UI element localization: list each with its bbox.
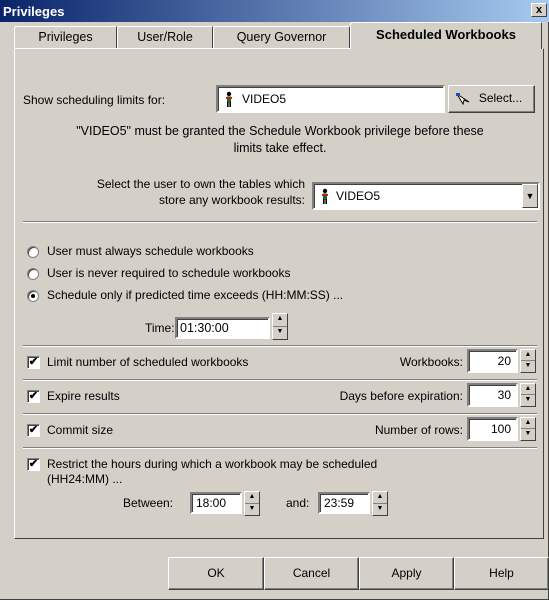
commit-label: Commit size (47, 423, 114, 437)
between-label: Between: (123, 496, 174, 510)
radio-never-label: User is never required to schedule workb… (47, 266, 291, 280)
workbooks-input[interactable]: 20 (467, 349, 518, 373)
divider (23, 379, 537, 381)
owner-label-line-2: store any workbook results: (158, 193, 305, 207)
and-label: and: (286, 496, 310, 510)
spin-up-icon[interactable]: ▲ (521, 350, 535, 361)
radio-never[interactable] (27, 268, 39, 280)
spin-up-icon[interactable]: ▲ (273, 314, 287, 327)
notice-line-1: "VIDEO5" must be granted the Schedule Wo… (76, 124, 484, 138)
rows-spinner[interactable]: ▲ ▼ (520, 417, 536, 441)
time-spinner[interactable]: ▲ ▼ (272, 313, 288, 340)
radio-always[interactable] (27, 246, 39, 258)
help-button[interactable]: Help (454, 557, 549, 590)
divider (23, 413, 537, 415)
spin-down-icon[interactable]: ▼ (273, 327, 287, 340)
spin-up-icon[interactable]: ▲ (373, 492, 387, 504)
tab-panel: Show scheduling limits for: VIDEO5 Selec… (14, 48, 544, 539)
tab-privileges[interactable]: Privileges (14, 26, 117, 48)
divider (23, 345, 537, 347)
select-button-label: Select... (478, 91, 523, 105)
apply-button[interactable]: Apply (359, 557, 454, 590)
limit-checkbox[interactable]: ✔ (27, 356, 40, 369)
spin-down-icon[interactable]: ▼ (521, 429, 535, 440)
workbooks-value: 20 (497, 354, 511, 368)
user-value: VIDEO5 (242, 92, 287, 106)
days-spinner[interactable]: ▲ ▼ (520, 383, 536, 407)
notice-line-2: limits take effect. (233, 141, 327, 155)
cancel-button[interactable]: Cancel (264, 557, 359, 590)
workbooks-label: Workbooks: (399, 355, 463, 369)
rows-value: 100 (490, 422, 511, 436)
chevron-down-icon[interactable]: ▼ (522, 184, 538, 208)
expire-checkbox[interactable]: ✔ (27, 390, 40, 403)
radio-always-label: User must always schedule workbooks (47, 244, 254, 258)
window-title: Privileges (3, 3, 65, 19)
select-pointer-icon (456, 93, 470, 106)
workbooks-spinner[interactable]: ▲ ▼ (520, 349, 536, 373)
days-label: Days before expiration: (339, 389, 463, 403)
restrict-label-line-1: Restrict the hours during which a workbo… (47, 457, 378, 471)
spin-down-icon[interactable]: ▼ (373, 504, 387, 516)
limit-label: Limit number of scheduled workbooks (47, 355, 249, 369)
days-input[interactable]: 30 (467, 383, 518, 407)
spin-up-icon[interactable]: ▲ (521, 418, 535, 429)
and-value: 23:59 (324, 496, 355, 510)
between-spinner[interactable]: ▲ ▼ (244, 491, 260, 516)
owner-label-line-1: Select the user to own the tables which (96, 177, 305, 191)
privileges-dialog: Privileges x Privileges User/Role Query … (0, 0, 549, 600)
show-limits-label: Show scheduling limits for: (23, 93, 166, 107)
radio-exceeds-label: Schedule only if predicted time exceeds … (47, 288, 344, 302)
between-value: 18:00 (196, 496, 227, 510)
spin-up-icon[interactable]: ▲ (521, 384, 535, 395)
radio-exceeds[interactable] (27, 290, 39, 302)
select-button[interactable]: Select... (448, 85, 535, 113)
close-button[interactable]: x (531, 3, 547, 17)
commit-checkbox[interactable]: ✔ (27, 424, 40, 437)
days-value: 30 (497, 388, 511, 402)
rows-label: Number of rows: (374, 423, 463, 437)
tab-strip: Privileges User/Role Query Governor Sche… (14, 22, 544, 49)
divider (23, 447, 537, 449)
tab-user-role[interactable]: User/Role (117, 26, 213, 48)
time-label: Time: (145, 321, 175, 335)
title-bar[interactable]: Privileges x (0, 0, 549, 22)
restrict-label-line-2: (HH24:MM) ... (47, 472, 123, 486)
owner-value: VIDEO5 (336, 189, 381, 203)
rows-input[interactable]: 100 (467, 417, 518, 441)
divider (23, 221, 537, 223)
expire-label: Expire results (47, 389, 120, 403)
restrict-checkbox[interactable]: ✔ (27, 458, 40, 471)
spin-down-icon[interactable]: ▼ (521, 361, 535, 372)
ok-button[interactable]: OK (168, 557, 264, 590)
owner-user-icon (322, 188, 328, 204)
user-icon (226, 91, 232, 107)
user-field[interactable]: VIDEO5 (216, 85, 445, 113)
spin-down-icon[interactable]: ▼ (245, 504, 259, 516)
spin-up-icon[interactable]: ▲ (245, 492, 259, 504)
tab-scheduled-workbooks[interactable]: Scheduled Workbooks (350, 22, 542, 49)
owner-dropdown[interactable]: VIDEO5 ▼ (312, 182, 540, 210)
spin-down-icon[interactable]: ▼ (521, 395, 535, 406)
time-value: 01:30:00 (180, 321, 229, 335)
and-spinner[interactable]: ▲ ▼ (372, 491, 388, 516)
time-input[interactable]: 01:30:00 (175, 317, 270, 339)
between-input[interactable]: 18:00 (190, 492, 242, 514)
tab-query-governor[interactable]: Query Governor (213, 26, 350, 48)
and-input[interactable]: 23:59 (318, 492, 370, 514)
